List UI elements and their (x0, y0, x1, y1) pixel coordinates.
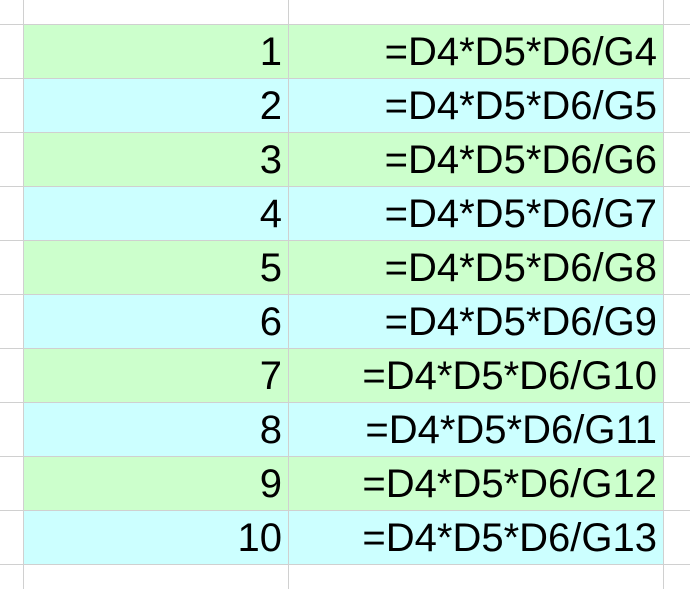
table-row: 2 =D4*D5*D6/G5 (0, 78, 690, 132)
spreadsheet-grid: 1 =D4*D5*D6/G4 2 =D4*D5*D6/G5 3 =D4*D5*D… (0, 0, 690, 589)
empty-cell[interactable] (24, 0, 289, 24)
row-gutter (0, 0, 24, 24)
number-cell[interactable]: 10 (24, 511, 289, 564)
table-row: 10 =D4*D5*D6/G13 (0, 510, 690, 564)
number-cell[interactable]: 2 (24, 79, 289, 132)
formula-cell[interactable]: =D4*D5*D6/G4 (289, 25, 664, 78)
row-gutter (0, 511, 24, 564)
empty-cell[interactable] (289, 565, 664, 589)
empty-cell[interactable] (24, 565, 289, 589)
number-cell[interactable]: 1 (24, 25, 289, 78)
row-gutter (0, 241, 24, 294)
table-row: 5 =D4*D5*D6/G8 (0, 240, 690, 294)
table-row-empty-top (0, 0, 690, 24)
row-gutter (0, 187, 24, 240)
formula-cell[interactable]: =D4*D5*D6/G7 (289, 187, 664, 240)
formula-cell[interactable]: =D4*D5*D6/G8 (289, 241, 664, 294)
formula-cell[interactable]: =D4*D5*D6/G12 (289, 457, 664, 510)
formula-cell[interactable]: =D4*D5*D6/G5 (289, 79, 664, 132)
table-row: 1 =D4*D5*D6/G4 (0, 24, 690, 78)
formula-cell[interactable]: =D4*D5*D6/G11 (289, 403, 664, 456)
row-gutter (0, 457, 24, 510)
table-row: 4 =D4*D5*D6/G7 (0, 186, 690, 240)
formula-cell[interactable]: =D4*D5*D6/G9 (289, 295, 664, 348)
table-row: 6 =D4*D5*D6/G9 (0, 294, 690, 348)
row-gutter (0, 25, 24, 78)
table-row: 7 =D4*D5*D6/G10 (0, 348, 690, 402)
row-gutter (0, 565, 24, 589)
number-cell[interactable]: 8 (24, 403, 289, 456)
row-gutter (0, 349, 24, 402)
number-cell[interactable]: 7 (24, 349, 289, 402)
number-cell[interactable]: 5 (24, 241, 289, 294)
table-row: 3 =D4*D5*D6/G6 (0, 132, 690, 186)
table-row-empty-bottom (0, 564, 690, 589)
number-cell[interactable]: 6 (24, 295, 289, 348)
row-gutter (0, 295, 24, 348)
number-cell[interactable]: 3 (24, 133, 289, 186)
empty-cell[interactable] (289, 0, 664, 24)
number-cell[interactable]: 4 (24, 187, 289, 240)
row-gutter (0, 403, 24, 456)
formula-cell[interactable]: =D4*D5*D6/G13 (289, 511, 664, 564)
row-gutter (0, 133, 24, 186)
formula-cell[interactable]: =D4*D5*D6/G6 (289, 133, 664, 186)
table-row: 9 =D4*D5*D6/G12 (0, 456, 690, 510)
table-row: 8 =D4*D5*D6/G11 (0, 402, 690, 456)
row-gutter (0, 79, 24, 132)
formula-cell[interactable]: =D4*D5*D6/G10 (289, 349, 664, 402)
number-cell[interactable]: 9 (24, 457, 289, 510)
